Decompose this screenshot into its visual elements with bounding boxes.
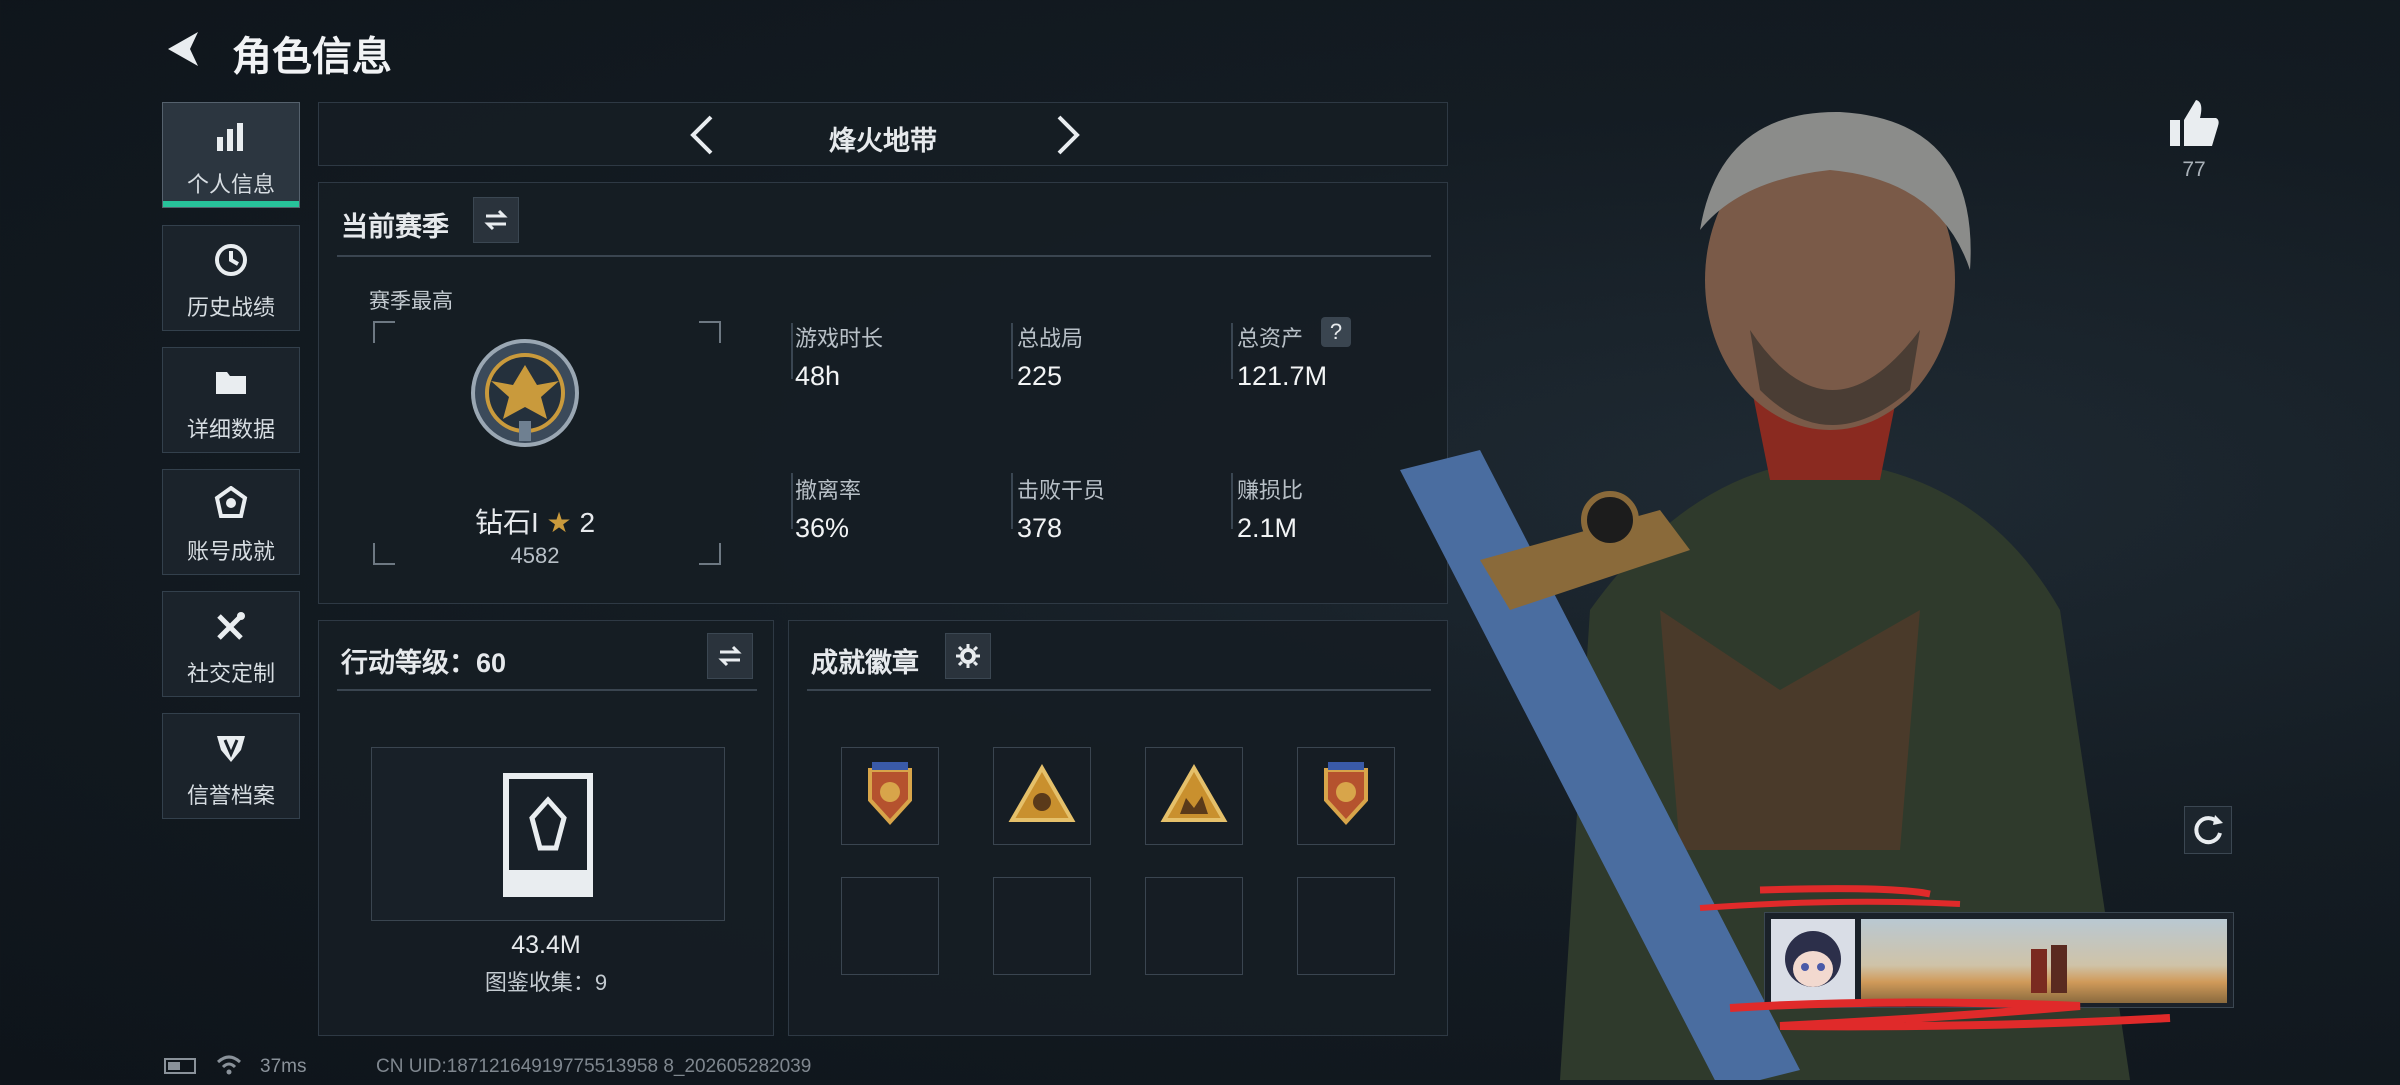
- stat-value: 121.7M: [1237, 361, 1328, 391]
- swap-icon: [484, 209, 508, 231]
- stat-label: 游戏时长: [795, 326, 884, 351]
- season-best-label: 赛季最高: [369, 290, 453, 313]
- rotate-view-button[interactable]: [2184, 806, 2232, 854]
- action-level-switch-button[interactable]: [707, 633, 753, 679]
- collection-display: [371, 747, 725, 921]
- tools-icon: [217, 612, 245, 640]
- empty-badge-slot[interactable]: [1145, 877, 1243, 975]
- battery-icon: [164, 1058, 196, 1074]
- badge-slot[interactable]: [841, 747, 939, 845]
- triangle-badge-icon: [1008, 763, 1076, 822]
- stat-separator: [1011, 473, 1013, 529]
- stat-label: 赚损比: [1237, 478, 1304, 503]
- divider: [807, 689, 1431, 691]
- stat-separator: [1011, 323, 1013, 379]
- bar-chart-icon: [217, 123, 243, 151]
- stat-value: 36%: [795, 513, 850, 543]
- frame-corner: [373, 321, 395, 343]
- sidebar-item-label: 个人信息: [186, 172, 275, 197]
- page-title: 角色信息: [232, 35, 392, 79]
- sidebar-item-label: 社交定制: [186, 661, 275, 686]
- sidebar-item-label: 详细数据: [186, 417, 275, 442]
- swap-icon: [718, 645, 742, 667]
- active-indicator: [163, 201, 299, 207]
- mode-label: 烽火地带: [829, 126, 937, 156]
- display-case-icon: [498, 770, 598, 900]
- action-level-panel: 行动等级：60 43.4M 图鉴收集：9: [318, 620, 774, 1036]
- empty-badge-slot[interactable]: [841, 877, 939, 975]
- back-button[interactable]: [160, 24, 210, 74]
- rank-name: 钻石I: [474, 507, 539, 538]
- badges-settings-button[interactable]: [945, 633, 991, 679]
- like-button[interactable]: [2164, 94, 2224, 154]
- stat-separator: [791, 323, 793, 379]
- star-icon: ★: [546, 507, 572, 538]
- thumbs-up-icon: [2170, 100, 2219, 146]
- season-title: 当前赛季: [341, 212, 449, 242]
- rank-line: 钻石I ★ 2: [319, 501, 751, 541]
- stat-label: 撤离率: [795, 478, 862, 503]
- wifi-icon: [216, 1055, 242, 1075]
- collection-value: 43.4M: [511, 931, 581, 959]
- shield-icon: [217, 736, 245, 762]
- stat-label: 总资产: [1237, 326, 1304, 351]
- stat-separator: [791, 473, 793, 529]
- badges-panel: 成就徽章: [788, 620, 1448, 1036]
- sidebar-item-achievements[interactable]: 账号成就: [162, 469, 300, 575]
- badge-slot[interactable]: [1145, 747, 1243, 845]
- frame-corner: [699, 321, 721, 343]
- season-switch-button[interactable]: [473, 197, 519, 243]
- mode-selector: 烽火地带: [318, 102, 1448, 166]
- chevron-right-icon: [1057, 115, 1080, 155]
- stat-separator: [1231, 473, 1233, 529]
- sidebar-item-label: 信誉档案: [186, 783, 275, 808]
- stat-value: 48h: [795, 361, 841, 391]
- refresh-icon: [2194, 815, 2223, 845]
- stat-label: 总战局: [1017, 326, 1084, 351]
- sidebar-item-detailed-data[interactable]: 详细数据: [162, 347, 300, 453]
- rank-emblem: [467, 335, 583, 451]
- folder-icon: [216, 372, 246, 394]
- sidebar-item-social[interactable]: 社交定制: [162, 591, 300, 697]
- stat-separator: [1231, 323, 1233, 379]
- stat-label: 击败干员: [1017, 478, 1106, 503]
- clock-icon: [215, 244, 247, 276]
- ping-text: 37ms: [260, 1056, 307, 1077]
- stat-value: 378: [1017, 513, 1063, 543]
- sidebar-item-label: 历史战绩: [186, 295, 275, 320]
- divider: [337, 255, 1431, 257]
- next-mode-button[interactable]: [1043, 111, 1091, 159]
- sidebar-item-reputation[interactable]: 信誉档案: [162, 713, 300, 819]
- diamond-rank-icon: [471, 339, 579, 447]
- badge-slot[interactable]: [993, 747, 1091, 845]
- action-level-title: 行动等级：60: [341, 648, 507, 678]
- uid-text: CN UID:18712164919775513958 8_2026052820…: [376, 1056, 812, 1077]
- back-arrow-icon: [168, 32, 198, 66]
- achievement-icon: [214, 486, 248, 518]
- redaction-scribble: [1699, 885, 2171, 1031]
- empty-badge-slot[interactable]: [993, 877, 1091, 975]
- badges-title: 成就徽章: [811, 648, 919, 678]
- rank-stars: 2: [579, 507, 596, 538]
- season-panel: 当前赛季 赛季最高 钻石I ★ 2 4582 游戏时长 48h 总战局 225 …: [318, 182, 1448, 604]
- rank-score: 4582: [510, 543, 560, 568]
- crowd-badge-icon: [1160, 763, 1228, 822]
- stat-value: 225: [1017, 361, 1063, 391]
- total-assets-help-button[interactable]: ?: [1321, 317, 1351, 347]
- stat-value: 2.1M: [1237, 513, 1298, 543]
- like-count: 77: [2182, 158, 2206, 181]
- divider: [337, 689, 757, 691]
- sidebar-item-history[interactable]: 历史战绩: [162, 225, 300, 331]
- sidebar-item-label: 账号成就: [186, 539, 275, 564]
- gear-icon: [956, 644, 980, 668]
- collection-count: 图鉴收集：9: [484, 970, 608, 995]
- medal-badge-icon: [868, 762, 912, 825]
- sidebar-item-personal-info[interactable]: 个人信息: [162, 102, 300, 208]
